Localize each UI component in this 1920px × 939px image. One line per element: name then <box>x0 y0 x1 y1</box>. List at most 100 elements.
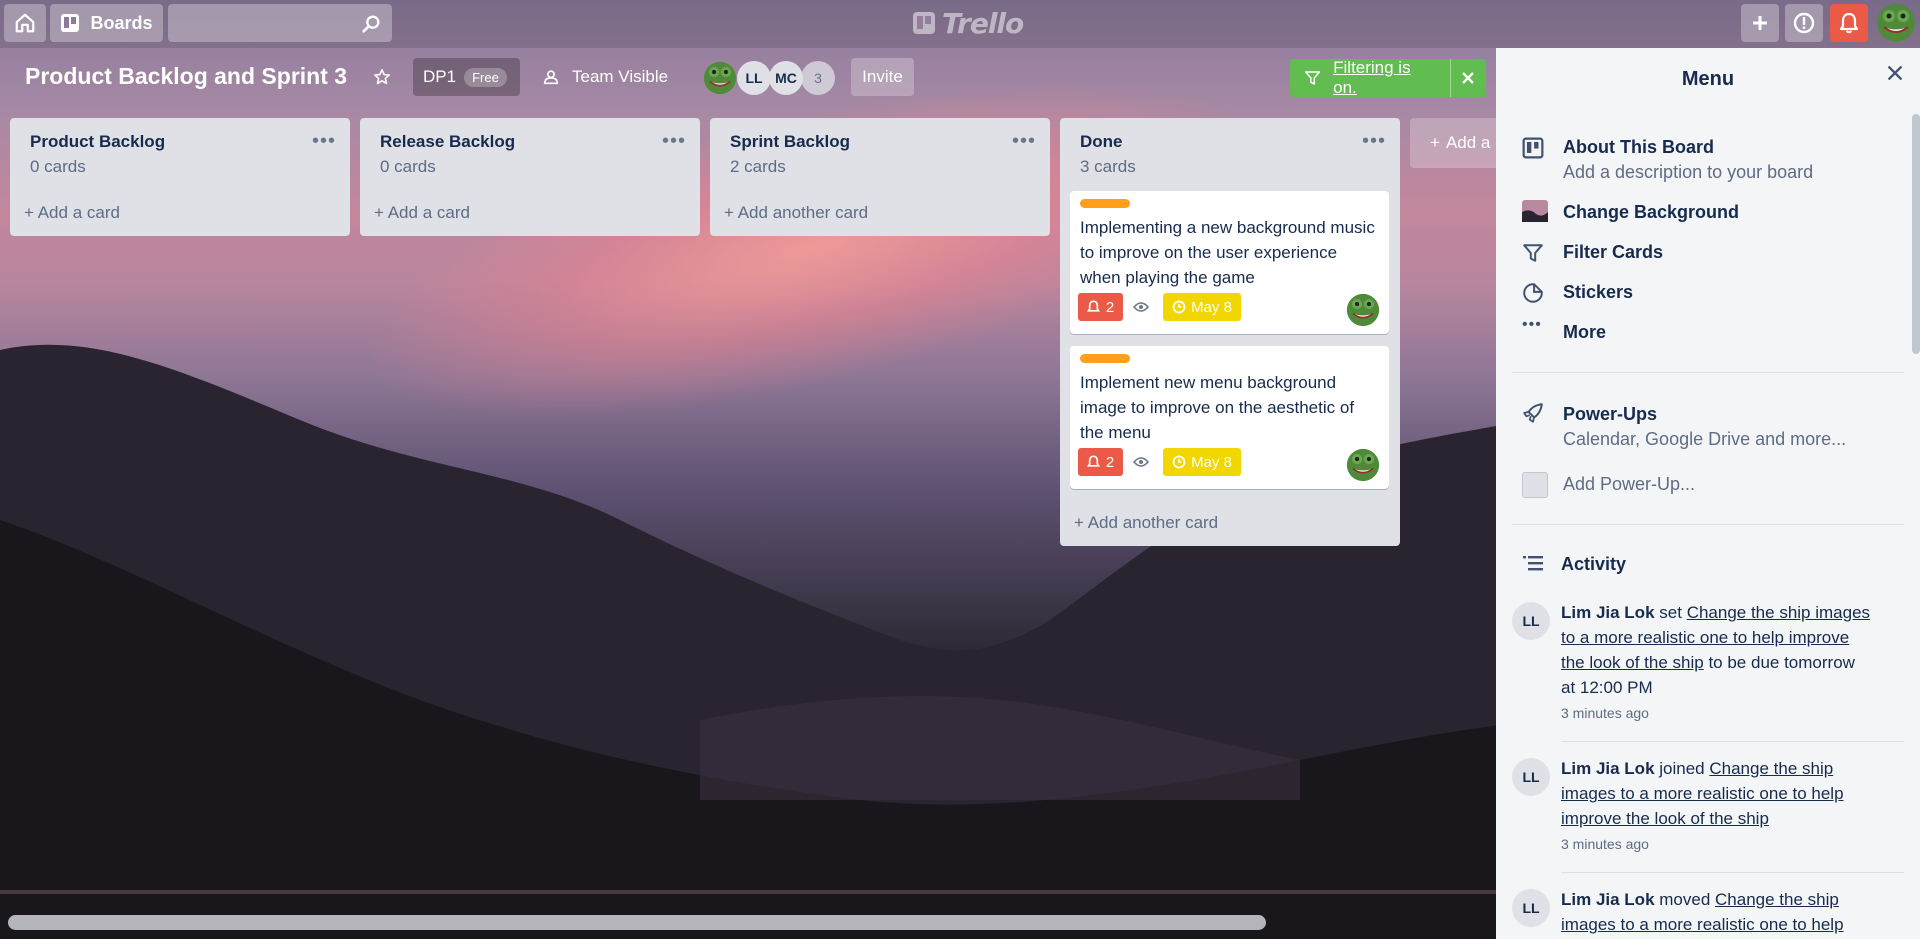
due-date-badge[interactable]: May 8 <box>1163 293 1241 321</box>
activity-entry: Lim Jia Lok set Change the ship images t… <box>1561 603 1871 697</box>
frog-avatar-icon <box>703 61 737 95</box>
activity-avatar[interactable]: LL <box>1512 889 1550 927</box>
card-member-avatar[interactable] <box>1346 293 1380 327</box>
filter-icon <box>1304 71 1321 85</box>
info-button[interactable] <box>1785 4 1823 42</box>
frog-avatar-icon <box>1877 4 1915 42</box>
add-card-button[interactable]: + Add a card <box>374 203 470 223</box>
boards-icon <box>61 14 80 32</box>
clock-icon <box>1172 300 1186 314</box>
boards-label: Boards <box>90 12 153 33</box>
activity-entry: Lim Jia Lok joined Change the ship image… <box>1561 759 1844 828</box>
rocket-icon <box>1523 403 1543 423</box>
list-title[interactable]: Done <box>1080 132 1123 152</box>
close-icon <box>1462 72 1475 84</box>
more-icon: ••• <box>1522 316 1542 333</box>
background-thumbnail-icon <box>1522 200 1548 222</box>
list-count: 2 cards <box>730 157 786 176</box>
list-menu-button[interactable]: ••• <box>312 130 336 153</box>
activity-time[interactable]: 3 minutes ago <box>1561 836 1649 852</box>
activity-heading: Activity <box>1561 554 1627 574</box>
power-ups-item[interactable]: Power-Ups <box>1563 404 1657 425</box>
plus-icon <box>1753 16 1767 30</box>
add-card-button[interactable]: + Add another card <box>1074 513 1218 533</box>
menu-close-button[interactable] <box>1886 64 1904 87</box>
more-members-count[interactable]: 3 <box>801 61 835 95</box>
list-count: 3 cards <box>1080 157 1136 176</box>
activity-avatar[interactable]: LL <box>1512 758 1550 796</box>
list-menu-button[interactable]: ••• <box>662 130 686 153</box>
frog-avatar-icon <box>1346 448 1380 482</box>
about-board-description[interactable]: Add a description to your board <box>1563 162 1813 183</box>
list-count: 0 cards <box>380 157 436 176</box>
card[interactable]: Implementing a new background music to i… <box>1070 191 1389 334</box>
divider <box>1561 872 1904 873</box>
menu-scrollbar[interactable] <box>1912 114 1920 354</box>
board-menu-panel: Menu About This Board Add a description … <box>1496 48 1920 939</box>
board-title[interactable]: Product Backlog and Sprint 3 <box>25 63 347 90</box>
create-button[interactable] <box>1741 4 1779 42</box>
team-button[interactable]: DP1 Free <box>413 58 520 96</box>
list-sprint-backlog: Sprint Backlog 2 cards ••• + Add another… <box>710 118 1050 236</box>
stickers-item[interactable]: Stickers <box>1563 282 1633 303</box>
trello-logo-icon <box>913 12 935 34</box>
watch-icon <box>1133 457 1149 467</box>
star-button[interactable] <box>363 58 401 96</box>
notification-badge: 2 <box>1078 448 1123 476</box>
boards-button[interactable]: Boards <box>50 4 163 42</box>
add-power-up-button[interactable]: Add Power-Up... <box>1563 474 1695 495</box>
sticker-icon <box>1523 283 1543 303</box>
list-title[interactable]: Product Backlog <box>30 132 165 152</box>
more-item[interactable]: More <box>1563 322 1606 343</box>
card-label-orange <box>1080 354 1130 363</box>
due-date-badge[interactable]: May 8 <box>1163 448 1241 476</box>
search-icon <box>362 15 380 33</box>
list-title[interactable]: Sprint Backlog <box>730 132 850 152</box>
list-title[interactable]: Release Backlog <box>380 132 515 152</box>
list-menu-button[interactable]: ••• <box>1362 130 1386 153</box>
member-avatar-frog[interactable] <box>703 61 737 95</box>
home-icon <box>15 13 35 33</box>
search-input[interactable] <box>168 4 392 42</box>
card-label-orange <box>1080 199 1130 208</box>
user-avatar[interactable] <box>1875 4 1917 42</box>
card[interactable]: Implement new menu background image to i… <box>1070 346 1389 489</box>
add-list-button[interactable]: + Add a <box>1410 118 1500 168</box>
team-visibility-icon <box>543 70 559 85</box>
filter-text[interactable]: Filtering is on. <box>1333 58 1434 98</box>
invite-button[interactable]: Invite <box>851 58 914 96</box>
clear-filter-button[interactable] <box>1449 59 1486 97</box>
scrollbar-thumb[interactable] <box>8 915 1266 930</box>
divider <box>1512 372 1904 373</box>
activity-user[interactable]: Lim Jia Lok <box>1561 759 1655 778</box>
frog-avatar-icon <box>1346 293 1380 327</box>
info-icon <box>1793 12 1815 34</box>
activity-user[interactable]: Lim Jia Lok <box>1561 890 1655 909</box>
notifications-button[interactable] <box>1830 4 1868 42</box>
card-member-avatar[interactable] <box>1346 448 1380 482</box>
activity-avatar[interactable]: LL <box>1512 602 1550 640</box>
filter-cards-item[interactable]: Filter Cards <box>1563 242 1663 263</box>
card-title: Implement new menu background image to i… <box>1080 373 1355 442</box>
bell-icon <box>1086 300 1100 312</box>
activity-time[interactable]: 3 minutes ago <box>1561 705 1649 721</box>
bell-icon <box>1839 12 1859 34</box>
activity-user[interactable]: Lim Jia Lok <box>1561 603 1655 622</box>
divider <box>1561 741 1904 742</box>
about-board-item[interactable]: About This Board <box>1563 137 1714 158</box>
watch-icon <box>1133 302 1149 312</box>
list-done: Done 3 cards ••• Implementing a new back… <box>1060 118 1400 546</box>
divider <box>1512 524 1904 525</box>
horizontal-scrollbar[interactable] <box>8 915 1496 930</box>
list-menu-button[interactable]: ••• <box>1012 130 1036 153</box>
member-avatar-mc[interactable]: MC <box>769 61 803 95</box>
change-background-item[interactable]: Change Background <box>1563 202 1739 223</box>
trello-logo[interactable]: Trello <box>912 7 1024 40</box>
member-avatar-ll[interactable]: LL <box>737 61 771 95</box>
add-card-button[interactable]: + Add a card <box>24 203 120 223</box>
visibility-button[interactable]: Team Visible <box>530 58 680 96</box>
add-card-button[interactable]: + Add another card <box>724 203 868 223</box>
close-icon <box>1887 65 1903 81</box>
home-button[interactable] <box>4 4 46 42</box>
power-ups-description[interactable]: Calendar, Google Drive and more... <box>1563 429 1846 450</box>
